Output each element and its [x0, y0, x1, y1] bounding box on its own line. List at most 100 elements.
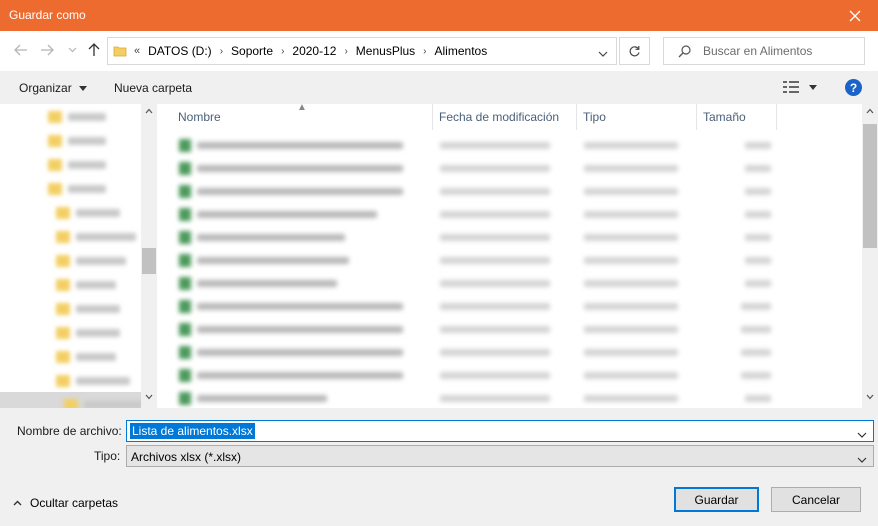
breadcrumb-separator-icon[interactable]: ›: [423, 46, 426, 57]
search-input[interactable]: Buscar en Alimentos: [703, 44, 812, 58]
scroll-up-icon[interactable]: [866, 108, 874, 114]
recent-locations-button[interactable]: [63, 41, 81, 59]
forward-button[interactable]: [38, 41, 56, 59]
nav-tree-item[interactable]: [64, 396, 144, 408]
nav-tree-item[interactable]: [48, 132, 106, 150]
scroll-down-icon[interactable]: [866, 394, 874, 400]
file-size: [741, 349, 771, 356]
breadcrumb-soporte[interactable]: Soporte: [231, 44, 273, 58]
overflow-chevron-icon[interactable]: «: [134, 45, 140, 57]
file-type: [584, 349, 678, 356]
organize-menu[interactable]: Organizar: [19, 81, 88, 95]
up-button[interactable]: [85, 41, 103, 59]
breadcrumb-alimentos[interactable]: Alimentos: [435, 44, 488, 58]
file-row[interactable]: [161, 180, 862, 202]
file-row[interactable]: [161, 364, 862, 386]
file-size: [745, 211, 771, 218]
excel-file-icon: [179, 346, 191, 359]
nav-tree-item[interactable]: [48, 108, 106, 126]
scroll-thumb[interactable]: [863, 124, 877, 248]
nav-tree-item[interactable]: [56, 228, 136, 246]
back-button[interactable]: [12, 41, 30, 59]
scroll-down-icon[interactable]: [145, 394, 153, 400]
file-row[interactable]: [161, 134, 862, 156]
nav-tree-label: [76, 257, 126, 265]
change-view-button[interactable]: [783, 81, 817, 93]
scroll-up-icon[interactable]: [145, 108, 153, 114]
filename-input[interactable]: Lista de alimentos.xlsx: [126, 420, 874, 442]
nav-tree-item[interactable]: [56, 252, 126, 270]
nav-tree-item[interactable]: [56, 348, 116, 366]
close-button[interactable]: [832, 0, 878, 31]
file-type: [584, 303, 678, 310]
nav-tree-item[interactable]: [56, 276, 116, 294]
file-row[interactable]: [161, 272, 862, 294]
file-row[interactable]: [161, 157, 862, 179]
file-type-select[interactable]: Archivos xlsx (*.xlsx): [126, 445, 874, 467]
excel-file-icon: [179, 231, 191, 244]
file-row[interactable]: [161, 387, 862, 408]
new-folder-button[interactable]: Nueva carpeta: [114, 81, 192, 95]
file-row[interactable]: [161, 318, 862, 340]
nav-tree-item[interactable]: [56, 324, 120, 342]
nav-tree-item[interactable]: [48, 180, 106, 198]
file-type: [584, 211, 678, 218]
column-header-size[interactable]: Tamaño: [697, 104, 777, 130]
column-modified-label: Fecha de modificación: [439, 110, 560, 124]
breadcrumb-menusplus[interactable]: MenusPlus: [356, 44, 415, 58]
excel-file-icon: [179, 277, 191, 290]
column-header-modified[interactable]: Fecha de modificación: [433, 104, 577, 130]
filename-dropdown-button[interactable]: [857, 427, 867, 441]
column-header-type[interactable]: Tipo: [577, 104, 697, 130]
nav-tree-item[interactable]: [56, 372, 130, 390]
nav-tree-label: [76, 209, 120, 217]
file-list-scrollbar[interactable]: [862, 104, 878, 408]
breadcrumb-2020-12[interactable]: 2020-12: [292, 44, 336, 58]
folder-icon: [56, 279, 70, 291]
file-row[interactable]: [161, 341, 862, 363]
hide-folders-toggle[interactable]: Ocultar carpetas: [13, 496, 118, 510]
nav-tree-item[interactable]: [56, 204, 120, 222]
navigation-scrollbar[interactable]: [141, 104, 157, 408]
search-box[interactable]: Buscar en Alimentos: [663, 37, 865, 65]
address-dropdown-button[interactable]: [598, 46, 608, 60]
breadcrumb-separator-icon[interactable]: ›: [281, 46, 284, 57]
file-list[interactable]: ▲ Nombre Fecha de modificación Tipo Tama…: [161, 104, 862, 408]
breadcrumb-separator-icon[interactable]: ›: [344, 46, 347, 57]
file-name: [197, 349, 403, 356]
refresh-button[interactable]: [619, 37, 650, 65]
file-row[interactable]: [161, 249, 862, 271]
sort-ascending-icon: ▲: [297, 104, 307, 113]
refresh-icon: [629, 45, 640, 56]
folder-icon: [48, 159, 62, 171]
nav-tree-label: [68, 113, 106, 121]
file-size: [745, 188, 771, 195]
nav-tree-item[interactable]: [48, 156, 106, 174]
caret-down-icon: [809, 84, 817, 90]
file-type-value: Archivos xlsx (*.xlsx): [131, 450, 242, 464]
filename-value[interactable]: Lista de alimentos.xlsx: [130, 423, 255, 439]
file-row[interactable]: [161, 203, 862, 225]
breadcrumb-datos[interactable]: DATOS (D:): [148, 44, 212, 58]
file-row[interactable]: [161, 295, 862, 317]
folder-icon: [56, 255, 70, 267]
scroll-thumb[interactable]: [142, 248, 156, 274]
excel-file-icon: [179, 392, 191, 405]
file-size: [745, 165, 771, 172]
address-bar[interactable]: « DATOS (D:) › Soporte › 2020-12 › Menus…: [107, 37, 617, 65]
navigation-pane[interactable]: [0, 104, 157, 408]
file-size: [745, 234, 771, 241]
help-button[interactable]: ?: [845, 79, 862, 96]
file-modified: [440, 326, 550, 333]
file-row[interactable]: [161, 226, 862, 248]
breadcrumb-separator-icon[interactable]: ›: [220, 46, 223, 57]
nav-tree-item[interactable]: [56, 300, 120, 318]
file-type: [584, 142, 678, 149]
cancel-button[interactable]: Cancelar: [771, 487, 861, 512]
chevron-down-icon: [598, 51, 608, 57]
nav-tree-label: [76, 377, 130, 385]
column-header-name[interactable]: ▲ Nombre: [161, 104, 433, 130]
type-dropdown-button[interactable]: [857, 452, 867, 466]
save-button[interactable]: Guardar: [674, 487, 759, 512]
nav-tree-label: [68, 161, 106, 169]
